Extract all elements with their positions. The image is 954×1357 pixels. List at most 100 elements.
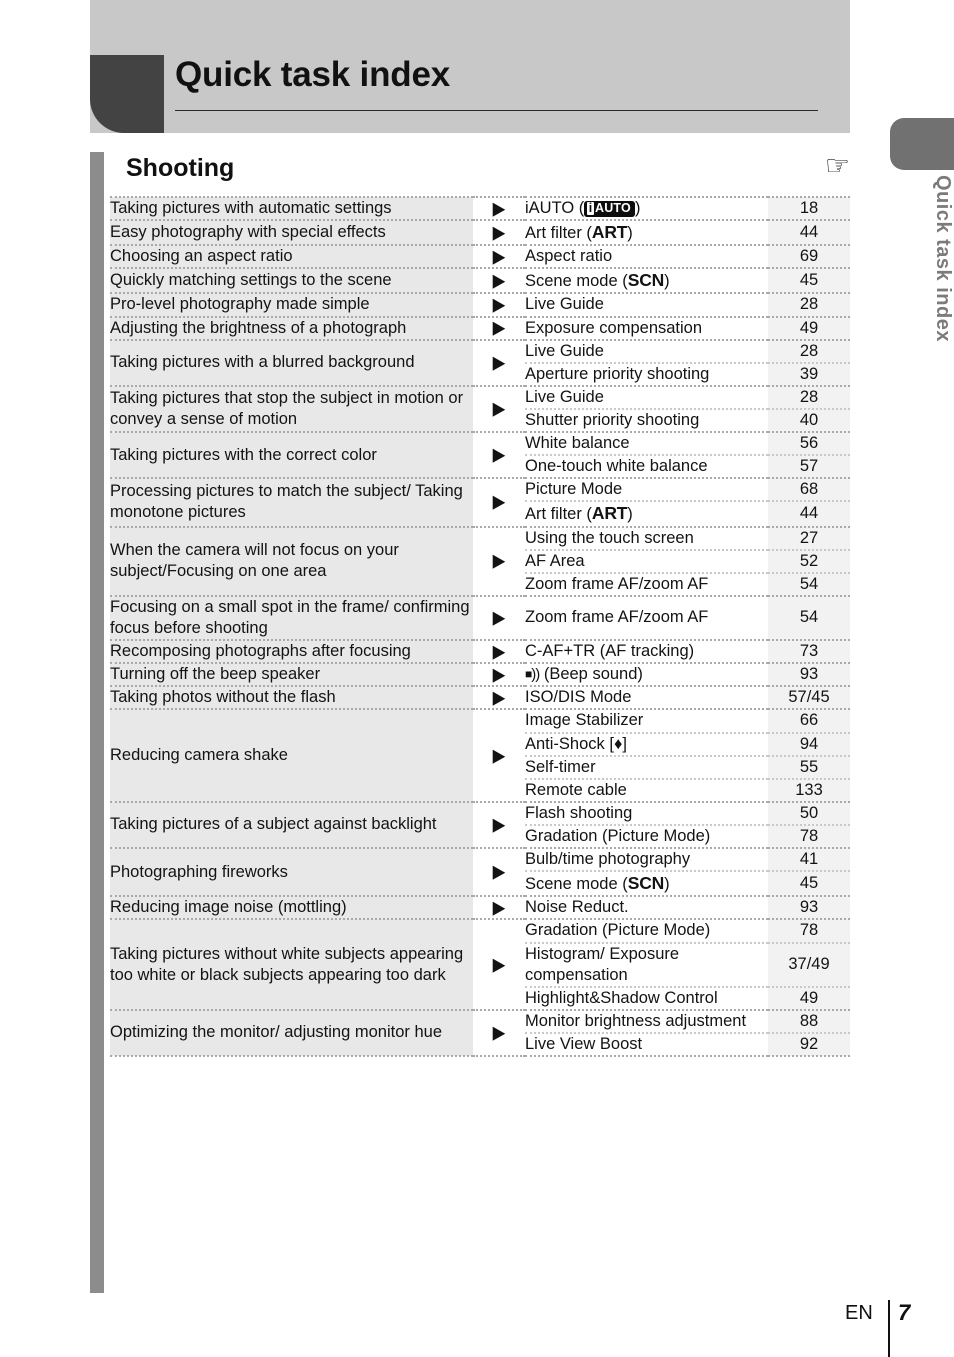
reference-label: Live View Boost [525, 1032, 768, 1058]
table-row: Photographing fireworks ▶ Bulb/time photog… [110, 847, 850, 898]
reference-label: Art filter (ART) [525, 219, 768, 247]
task-description: Optimizing the monitor/ adjusting monito… [110, 1008, 473, 1058]
reference-label: C-AF+TR (AF tracking) [525, 639, 768, 665]
page-reference[interactable]: 27 [768, 525, 850, 551]
page-reference[interactable]: 57/45 [768, 685, 850, 711]
page-footer: EN 7 [0, 1300, 954, 1357]
reference-label: Gradation (Picture Mode) [525, 918, 768, 944]
table-row: Pro-level photography made simple ▶ Live G… [110, 292, 850, 318]
table-row: Taking pictures with the correct color ▶ W… [110, 431, 850, 480]
reference-label: Monitor brightness adjustment [525, 1008, 768, 1034]
row-arrow-icon: ▶ [473, 477, 525, 528]
row-arrow-icon: ▶ [473, 639, 525, 665]
page-reference[interactable]: 93 [768, 662, 850, 688]
page-reference[interactable]: 133 [768, 778, 850, 803]
reference-label: Gradation (Picture Mode) [525, 824, 768, 850]
reference-label: Image Stabilizer [525, 708, 768, 734]
reference-label: Scene mode (SCN) [525, 267, 768, 295]
reference-label: Highlight&Shadow Control [525, 986, 768, 1011]
page-reference[interactable]: 55 [768, 755, 850, 780]
page-reference[interactable]: 37/49 [768, 942, 850, 988]
side-tab-label: Quick task index [932, 175, 954, 342]
page-reference[interactable]: 45 [768, 871, 850, 898]
table-row: Optimizing the monitor/ adjusting monito… [110, 1008, 850, 1058]
task-description: Taking pictures with automatic settings [110, 195, 473, 222]
page-reference[interactable]: 56 [768, 431, 850, 457]
reference-label: Aperture priority shooting [525, 362, 768, 387]
page-reference[interactable]: 49 [768, 315, 850, 341]
task-description: Taking photos without the flash [110, 685, 473, 711]
row-arrow-icon: ▶ [473, 918, 525, 1011]
task-description: Adjusting the brightness of a photograph [110, 315, 473, 341]
task-description: Taking pictures without white subjects a… [110, 918, 473, 1011]
reference-label: Live Guide [525, 338, 768, 364]
page-reference[interactable]: 92 [768, 1032, 850, 1058]
row-arrow-icon: ▶ [473, 708, 525, 803]
reference-label: iAUTO (i AUTO) [525, 195, 768, 222]
row-arrow-icon: ▶ [473, 895, 525, 921]
page-reference[interactable]: 68 [768, 477, 850, 503]
page-reference[interactable]: 49 [768, 986, 850, 1011]
table-row: Taking pictures with a blurred backgroun… [110, 338, 850, 387]
mode-abbreviation: ART [591, 222, 628, 243]
task-description: Reducing camera shake [110, 708, 473, 803]
table-row: Reducing camera shake ▶ Image Stabilizer 66 [110, 708, 850, 803]
reference-label: Anti-Shock [♦] [525, 732, 768, 757]
table-row: Taking pictures with automatic settings ▶… [110, 195, 850, 222]
reference-label: Live Guide [525, 292, 768, 318]
task-description: Focusing on a small spot in the frame/ c… [110, 594, 473, 642]
reference-label: AF Area [525, 549, 768, 574]
section-header: Shooting ☞ [126, 152, 850, 194]
table-row: Focusing on a small spot in the frame/ c… [110, 594, 850, 642]
page-reference[interactable]: 52 [768, 549, 850, 574]
page-reference[interactable]: 40 [768, 408, 850, 434]
table-row: Taking pictures that stop the subject in… [110, 384, 850, 434]
page-reference[interactable]: 28 [768, 384, 850, 410]
title-underline [175, 110, 818, 111]
page-reference[interactable]: 78 [768, 918, 850, 944]
page-reference[interactable]: 69 [768, 244, 850, 270]
page-reference[interactable]: 44 [768, 219, 850, 247]
footer-divider [888, 1300, 890, 1357]
page-reference[interactable]: 73 [768, 639, 850, 665]
page-reference[interactable]: 93 [768, 895, 850, 921]
page-reference[interactable]: 28 [768, 292, 850, 318]
page-reference[interactable]: 39 [768, 362, 850, 387]
task-description: Reducing image noise (mottling) [110, 895, 473, 921]
mode-abbreviation: SCN [627, 873, 665, 894]
row-arrow-icon: ▶ [473, 219, 525, 247]
page-title: Quick task index [175, 55, 450, 94]
diamond-icon: ♦ [613, 734, 623, 753]
footer-language: EN [845, 1302, 873, 1324]
page-reference[interactable]: 45 [768, 267, 850, 295]
page-reference[interactable]: 66 [768, 708, 850, 734]
row-arrow-icon: ▶ [473, 244, 525, 270]
reference-label: Remote cable [525, 778, 768, 803]
table-row: When the camera will not focus on your s… [110, 525, 850, 597]
task-description: Processing pictures to match the subject… [110, 477, 473, 528]
reference-label: ■)) (Beep sound) [525, 662, 768, 688]
page-reference[interactable]: 78 [768, 824, 850, 850]
row-arrow-icon: ▶ [473, 847, 525, 898]
page-reference[interactable]: 54 [768, 594, 850, 642]
page-reference[interactable]: 50 [768, 800, 850, 826]
page-reference[interactable]: 54 [768, 572, 850, 597]
reference-label: Aspect ratio [525, 244, 768, 270]
page-reference[interactable]: 41 [768, 847, 850, 873]
page-reference[interactable]: 57 [768, 455, 850, 480]
reference-label: White balance [525, 431, 768, 457]
page-reference[interactable]: 18 [768, 195, 850, 222]
reference-label: Noise Reduct. [525, 895, 768, 921]
page-reference[interactable]: 94 [768, 732, 850, 757]
reference-label: Zoom frame AF/zoom AF [525, 572, 768, 597]
reference-label: Flash shooting [525, 800, 768, 826]
page-reference[interactable]: 44 [768, 501, 850, 528]
task-description: Recomposing photographs after focusing [110, 639, 473, 665]
table-row: Taking photos without the flash ▶ ISO/DIS … [110, 685, 850, 711]
page-reference[interactable]: 28 [768, 338, 850, 364]
row-arrow-icon: ▶ [473, 338, 525, 387]
table-row: Choosing an aspect ratio ▶ Aspect ratio 69 [110, 244, 850, 270]
row-arrow-icon: ▶ [473, 1008, 525, 1058]
mode-abbreviation: ART [591, 503, 628, 524]
page-reference[interactable]: 88 [768, 1008, 850, 1034]
